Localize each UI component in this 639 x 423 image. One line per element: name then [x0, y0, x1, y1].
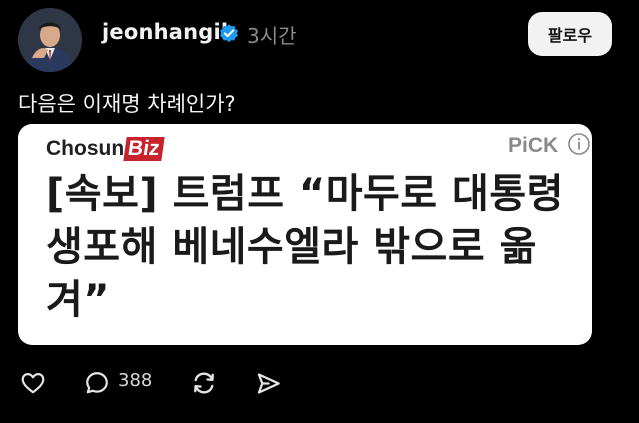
card-headline: [속보] 트럼프 “마두로 대통령 생포해 베네수엘라 밖으로 옮겨” — [46, 171, 564, 323]
heart-icon[interactable] — [20, 370, 46, 396]
post-text: 다음은 이재명 차례인가? — [18, 92, 236, 116]
repost-icon[interactable] — [190, 369, 218, 397]
brand-name-part2: Biz — [123, 137, 165, 161]
share-icon[interactable] — [255, 370, 282, 397]
brand-name-part1: Chosun — [46, 137, 125, 160]
reply-count: 388 — [118, 370, 153, 391]
avatar-image — [18, 8, 82, 72]
follow-button[interactable]: 팔로우 — [528, 12, 612, 56]
verified-badge-icon — [220, 24, 238, 43]
brand-logo: Chosun Biz — [46, 137, 165, 161]
comment-icon[interactable] — [84, 370, 110, 396]
info-icon[interactable] — [567, 132, 591, 156]
username[interactable]: jeonhangil — [102, 20, 228, 44]
post-time: 3시간 — [247, 24, 297, 48]
avatar[interactable] — [18, 8, 82, 72]
link-preview-card[interactable]: Chosun Biz PiCK [속보] 트럼프 “마두로 대통령 생포해 베네수… — [18, 124, 592, 345]
pick-label: PiCK — [508, 134, 559, 157]
